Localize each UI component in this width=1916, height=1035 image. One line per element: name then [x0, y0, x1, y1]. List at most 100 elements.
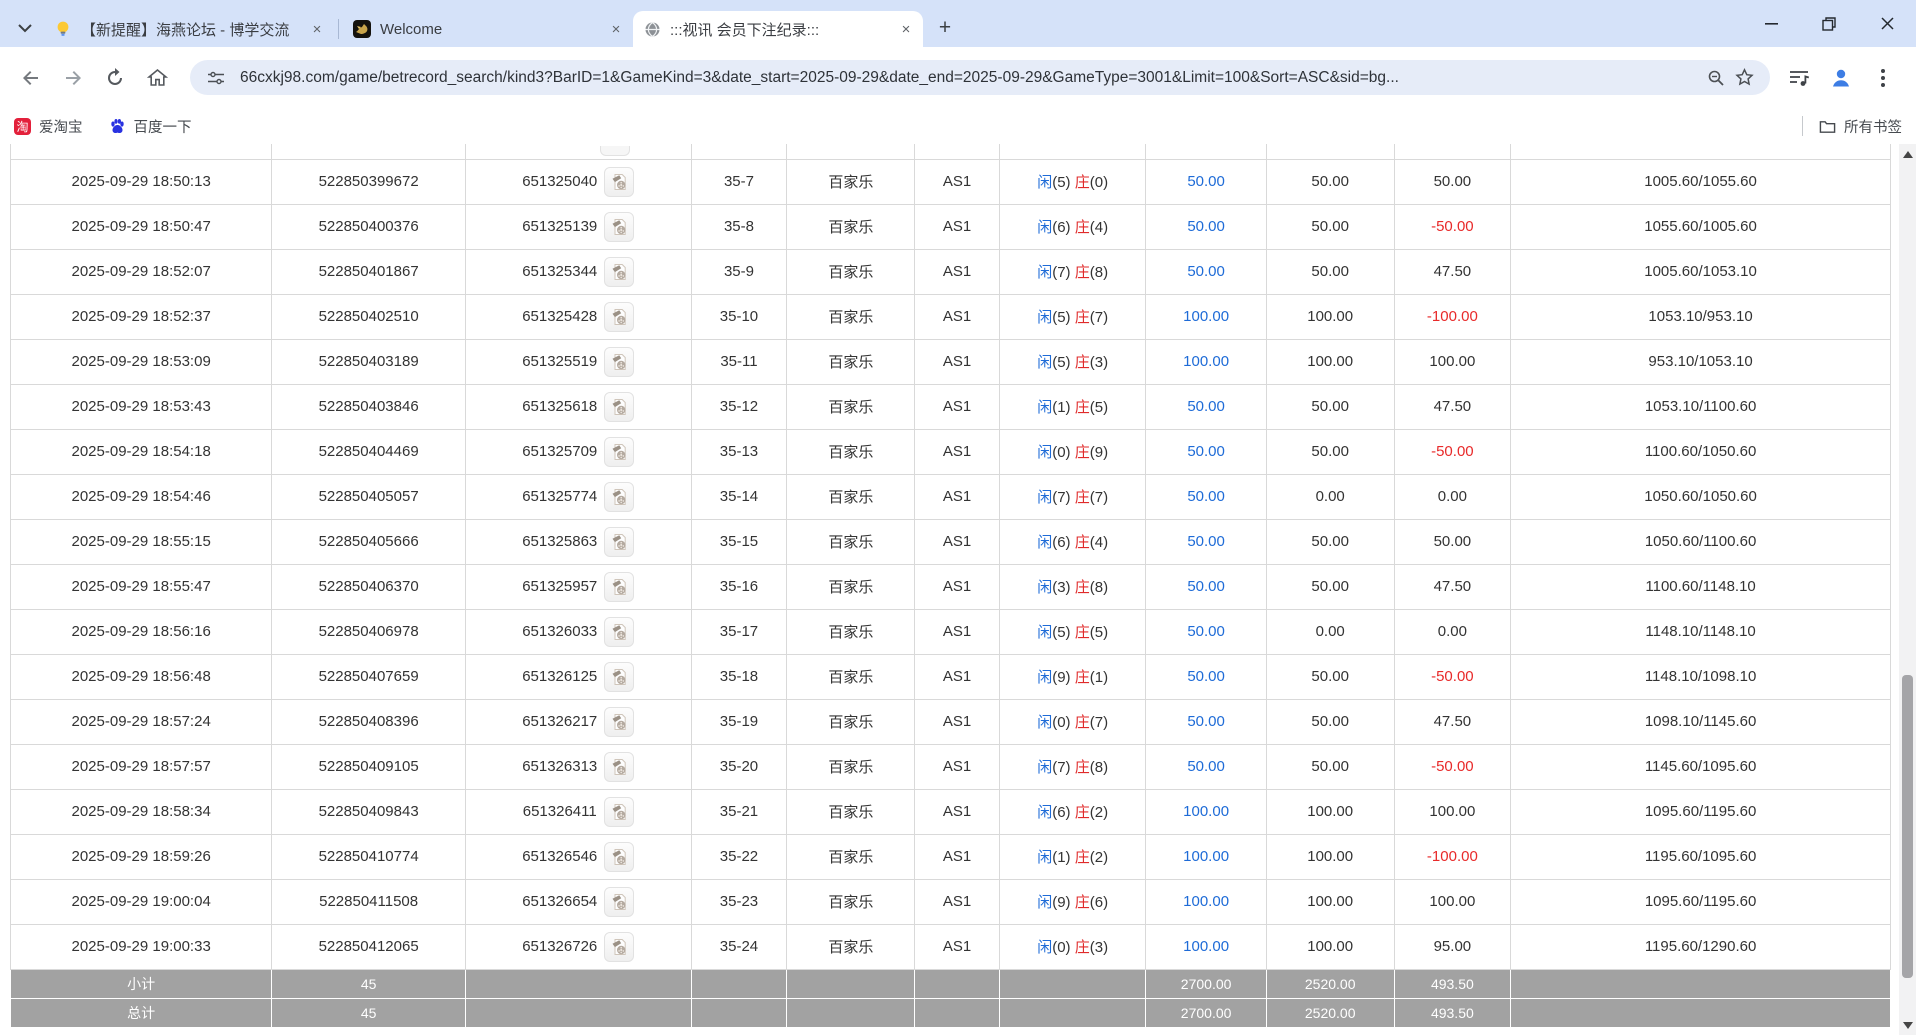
- cell-bet-content: 闲(3) 庄(8): [998, 563, 1147, 610]
- all-bookmarks-button[interactable]: 所有书签: [1819, 116, 1902, 137]
- video-replay-button[interactable]: [604, 166, 635, 197]
- cell-table-code: AS1: [914, 698, 1000, 745]
- cell-table-code: AS1: [914, 248, 1000, 295]
- address-bar[interactable]: 66cxkj98.com/game/betrecord_search/kind3…: [190, 60, 1770, 95]
- bet-amount-link[interactable]: 100.00: [1183, 893, 1229, 910]
- video-replay-button[interactable]: [604, 661, 635, 692]
- video-replay-button[interactable]: [600, 146, 631, 157]
- bet-record-table: 2025-09-29 18:50:13 522850399672 6513250…: [9, 144, 1891, 1028]
- cell-bet-number: 522850402510: [271, 293, 466, 340]
- bookmark-baidu[interactable]: 百度一下: [109, 116, 192, 137]
- url-text[interactable]: 66cxkj98.com/game/betrecord_search/kind3…: [240, 69, 1702, 87]
- bet-amount-link[interactable]: 100.00: [1183, 353, 1229, 370]
- scroll-down-button[interactable]: [1899, 1017, 1916, 1033]
- bet-amount-link[interactable]: 50.00: [1187, 668, 1225, 685]
- cell-round: 35-8: [690, 203, 788, 250]
- menu-button[interactable]: [1864, 59, 1902, 97]
- cell-balance: 1050.60/1050.60: [1510, 473, 1891, 520]
- site-settings-icon[interactable]: [202, 64, 230, 92]
- video-replay-button[interactable]: [604, 436, 635, 467]
- close-icon[interactable]: ×: [308, 20, 326, 38]
- video-replay-button[interactable]: [604, 481, 635, 512]
- cell-bet-number: 522850412065: [271, 923, 466, 970]
- restore-button[interactable]: [1800, 0, 1858, 47]
- video-replay-button[interactable]: [604, 841, 635, 872]
- video-replay-button[interactable]: [604, 751, 635, 782]
- video-replay-button[interactable]: [604, 886, 635, 917]
- cell-bet-content: 闲(6) 庄(4): [998, 518, 1147, 565]
- cell-table-code: AS1: [914, 518, 1000, 565]
- close-icon[interactable]: ×: [897, 20, 915, 38]
- close-window-button[interactable]: [1858, 0, 1916, 47]
- vertical-scrollbar[interactable]: [1899, 144, 1916, 1035]
- bet-amount-link[interactable]: 50.00: [1187, 173, 1225, 190]
- new-tab-button[interactable]: +: [931, 14, 959, 42]
- bet-amount-link[interactable]: 50.00: [1187, 398, 1225, 415]
- back-button[interactable]: [12, 59, 50, 97]
- cell-valid-amount: 100.00: [1265, 338, 1395, 385]
- tab-search-button[interactable]: [10, 13, 40, 43]
- film-icon: [612, 443, 626, 460]
- bet-amount-link[interactable]: 100.00: [1183, 308, 1229, 325]
- table-row: 2025-09-29 18:54:18 522850404469 6513257…: [9, 428, 1891, 475]
- media-controls-button[interactable]: [1780, 59, 1818, 97]
- bet-amount-link[interactable]: 50.00: [1187, 758, 1225, 775]
- video-replay-button[interactable]: [604, 346, 635, 377]
- bet-amount-link[interactable]: 50.00: [1187, 263, 1225, 280]
- toolbar-right: [1780, 59, 1906, 97]
- cell-win-loss: -50.00: [1393, 203, 1512, 250]
- tab-welcome[interactable]: Welcome ×: [343, 11, 633, 47]
- profile-avatar[interactable]: [1822, 59, 1860, 97]
- cell-win-loss: 50.00: [1393, 518, 1512, 565]
- bet-amount-link[interactable]: 100.00: [1183, 803, 1229, 820]
- reload-button[interactable]: [96, 59, 134, 97]
- minimize-button[interactable]: [1742, 0, 1800, 47]
- video-replay-button[interactable]: [604, 256, 635, 287]
- video-replay-button[interactable]: [604, 526, 635, 557]
- tab-bet-records[interactable]: :::视讯 会员下注纪录::: ×: [633, 11, 923, 47]
- scrollbar-thumb[interactable]: [1902, 675, 1913, 978]
- bookmark-star-icon[interactable]: [1730, 64, 1758, 92]
- bet-amount-link[interactable]: 50.00: [1187, 713, 1225, 730]
- cell-valid-amount: 50.00: [1265, 563, 1395, 610]
- bookmark-taobao[interactable]: 淘 爱淘宝: [14, 116, 83, 137]
- reload-icon: [108, 67, 122, 85]
- home-button[interactable]: [138, 59, 176, 97]
- bet-amount-link[interactable]: 50.00: [1187, 623, 1225, 640]
- video-replay-button[interactable]: [604, 301, 635, 332]
- tab-title: 【新提醒】海燕论坛 - 博学交流: [81, 21, 290, 39]
- bet-amount-link[interactable]: 100.00: [1183, 938, 1229, 955]
- bet-amount-link[interactable]: 50.00: [1187, 218, 1225, 235]
- zoom-icon[interactable]: [1702, 64, 1730, 92]
- bet-amount-link[interactable]: 50.00: [1187, 578, 1225, 595]
- cell-game: 百家乐: [786, 158, 916, 205]
- cell-time: 2025-09-29 19:00:33: [9, 923, 273, 970]
- tab-forum[interactable]: 【新提醒】海燕论坛 - 博学交流 ×: [44, 11, 334, 47]
- video-replay-button[interactable]: [604, 616, 635, 647]
- video-replay-button[interactable]: [604, 391, 635, 422]
- video-replay-button[interactable]: [604, 571, 635, 602]
- cell-table-code: AS1: [914, 428, 1000, 475]
- cell-bet-number: 522850403846: [271, 383, 466, 430]
- video-replay-button[interactable]: [604, 931, 635, 962]
- video-replay-button[interactable]: [603, 796, 634, 827]
- subtotal-result: 493.50: [1393, 968, 1512, 999]
- cell-valid-amount: 50.00: [1265, 428, 1395, 475]
- scroll-up-button[interactable]: [1899, 146, 1916, 162]
- video-replay-button[interactable]: [604, 211, 635, 242]
- bet-amount-link[interactable]: 50.00: [1187, 488, 1225, 505]
- cell-bet-amount: 100.00: [1145, 293, 1267, 340]
- close-icon[interactable]: ×: [607, 20, 625, 38]
- bet-amount-link[interactable]: 100.00: [1183, 848, 1229, 865]
- cell-round: 35-23: [690, 878, 788, 925]
- bet-amount-link[interactable]: 50.00: [1187, 533, 1225, 550]
- close-icon: [1880, 17, 1894, 30]
- cell-bet-number: 522850399672: [271, 158, 466, 205]
- cell-table-code: AS1: [914, 878, 1000, 925]
- video-replay-button[interactable]: [604, 706, 635, 737]
- cell-table-code: AS1: [914, 788, 1000, 835]
- cell-game: 百家乐: [786, 428, 916, 475]
- cell-win-loss: 0.00: [1393, 473, 1512, 520]
- forward-button[interactable]: [54, 59, 92, 97]
- bet-amount-link[interactable]: 50.00: [1187, 443, 1225, 460]
